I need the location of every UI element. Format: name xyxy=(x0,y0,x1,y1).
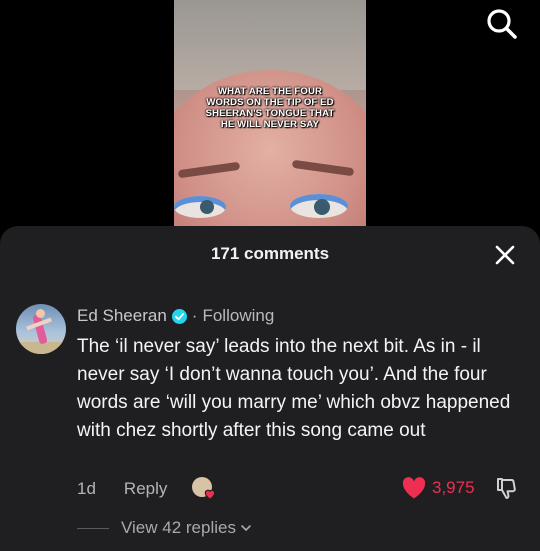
heart-icon xyxy=(402,477,426,499)
comments-count-title: 171 comments xyxy=(210,244,330,263)
video-caption: WHAT ARE THE FOUR WORDS ON THE TIP OF ED… xyxy=(205,86,335,130)
separator-dot: · xyxy=(191,306,198,325)
comment-header: Ed Sheeran · Following xyxy=(77,306,274,326)
avatar[interactable] xyxy=(16,304,66,354)
close-icon xyxy=(495,245,515,265)
close-button[interactable] xyxy=(492,242,518,268)
video-iris-right xyxy=(314,199,330,215)
dislike-button[interactable] xyxy=(495,476,519,502)
search-icon xyxy=(487,9,517,39)
search-button[interactable] xyxy=(484,6,520,42)
like-button[interactable]: 3,975 xyxy=(401,476,475,500)
creator-liked-badge xyxy=(192,476,218,502)
comment-age: 1d xyxy=(77,479,96,498)
verified-badge-icon xyxy=(171,308,187,324)
comment-text: The ‘il never say’ leads into the next b… xyxy=(77,336,511,441)
reply-button[interactable]: Reply xyxy=(124,479,167,499)
screen: WHAT ARE THE FOUR WORDS ON THE TIP OF ED… xyxy=(0,0,540,551)
view-replies-button[interactable]: View 42 replies xyxy=(77,518,252,538)
replies-divider xyxy=(77,527,109,529)
chevron-down-icon xyxy=(241,525,251,531)
video-iris-left xyxy=(200,200,214,214)
comments-sheet: 171 comments Ed Sheeran · Following The … xyxy=(0,226,540,551)
creator-heart-icon xyxy=(204,489,216,500)
thumbs-down-icon xyxy=(497,478,516,499)
username[interactable]: Ed Sheeran xyxy=(77,306,167,326)
view-replies-label: View 42 replies xyxy=(121,518,236,537)
follow-status[interactable]: Following xyxy=(202,306,274,326)
video-player[interactable]: WHAT ARE THE FOUR WORDS ON THE TIP OF ED… xyxy=(174,0,366,240)
like-count: 3,975 xyxy=(432,478,475,497)
comment-meta: 1d Reply xyxy=(77,479,167,499)
